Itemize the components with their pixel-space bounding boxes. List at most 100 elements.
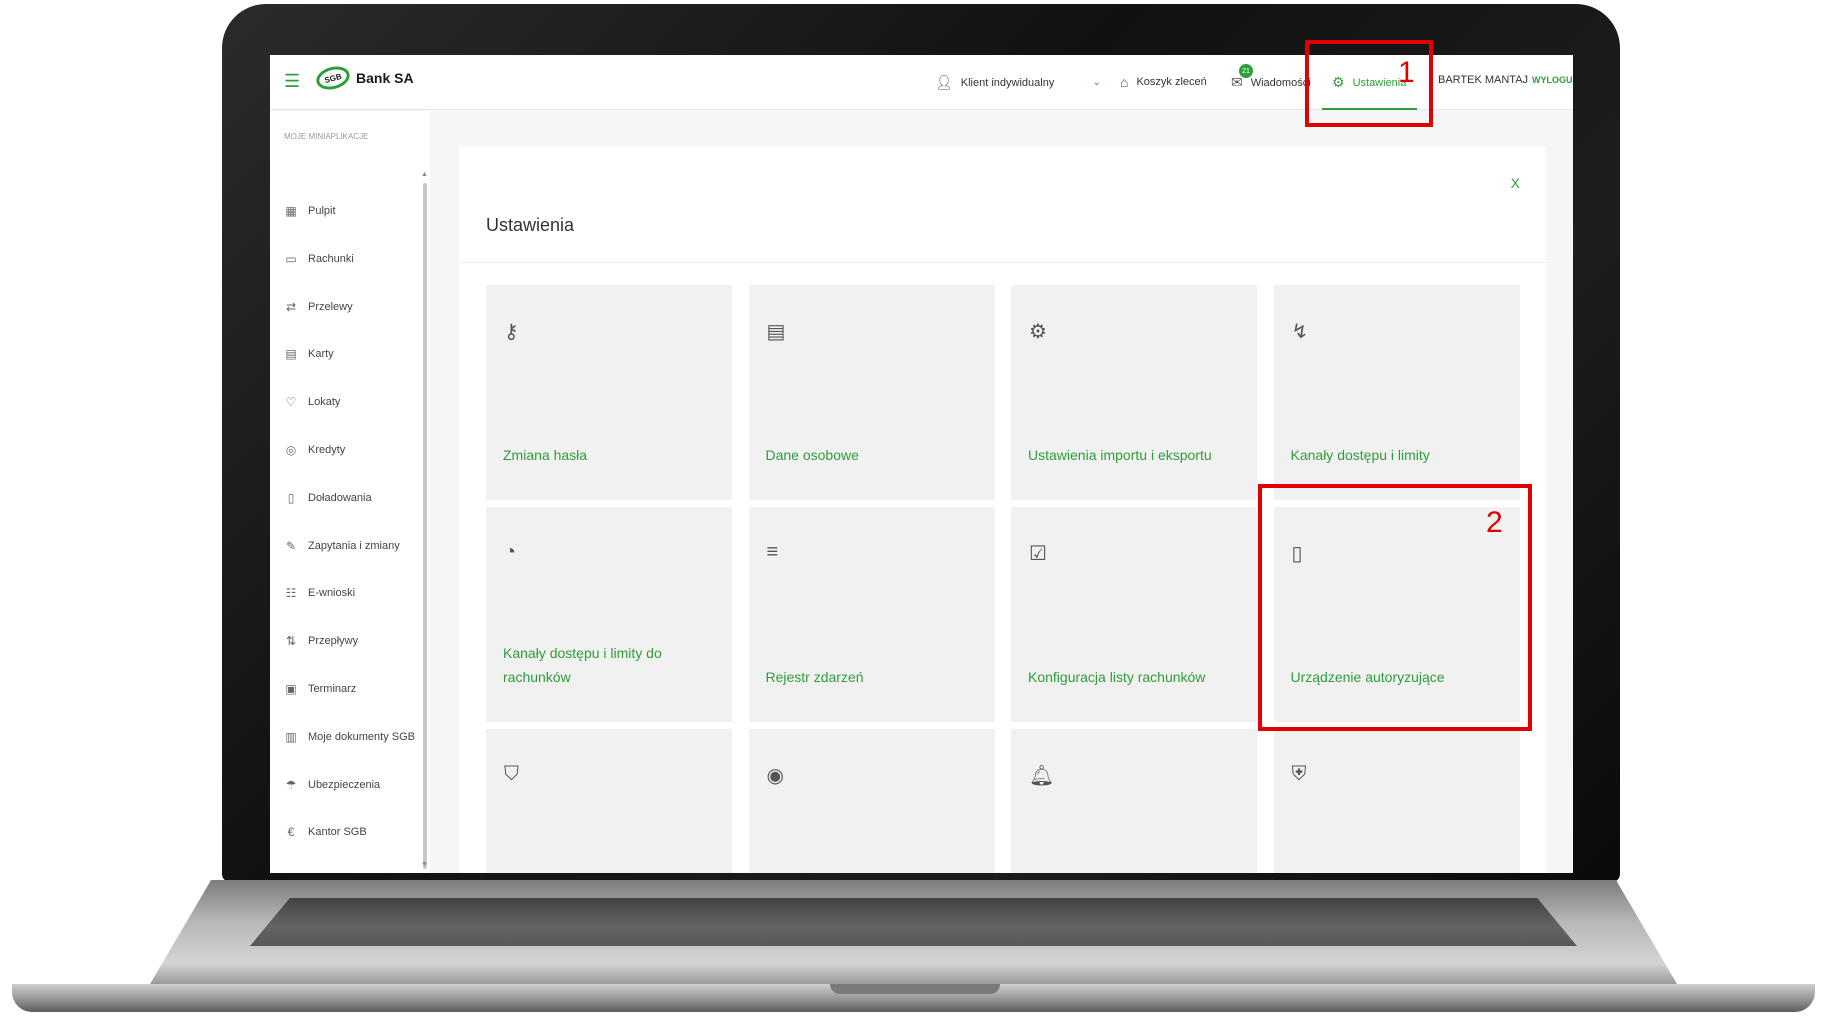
sidebar-item-label: Pulpit <box>308 205 336 217</box>
gauge-icon: ◔ <box>504 541 517 563</box>
sidebar-item[interactable]: ▣ Terminarz <box>284 679 356 699</box>
settings-tile[interactable]: ◔ Kanały dostępu i limity do rachunków <box>486 507 732 722</box>
settings-tile-label: Kanały dostępu i limity <box>1290 447 1430 464</box>
settings-tile[interactable]: ⚙ Ustawienia importu i eksportu <box>1011 285 1257 500</box>
calendar-icon: ▣ <box>285 682 297 696</box>
messages-label: Wiadomości <box>1250 76 1311 89</box>
sidebar-item[interactable]: ⇅ Przepływy <box>284 631 358 651</box>
sidebar-item-label: Kantor SGB <box>308 826 367 839</box>
user-name: BARTEK MANTAJ <box>1438 74 1528 86</box>
sidebar-item-label: Przepływy <box>308 635 359 648</box>
logout-label: WYLOGUJ <box>1532 75 1573 85</box>
sidebar-item[interactable]: ☂ Ubezpieczenia <box>284 775 381 795</box>
sidebar-item-label: Terminarz <box>308 683 357 695</box>
sidebar-item[interactable]: ▤e-Faktura (KSeF) <box>284 870 393 873</box>
settings-tile-label: Rejestr zdarzeń <box>765 669 864 686</box>
piggy-bank-icon: ♡ <box>285 395 297 410</box>
phone-icon: ▯ <box>287 490 295 505</box>
close-button[interactable]: X <box>1511 175 1520 191</box>
id-card-icon: ▤ <box>766 321 786 343</box>
umbrella-icon: ☂ <box>285 777 297 792</box>
sidebar-item-label: Kredyty <box>308 444 346 456</box>
sidebar-item-label: Moje dokumenty SGB <box>308 730 415 743</box>
list-icon: ≡ <box>766 541 779 563</box>
messages-link[interactable]: ✉ 21 Wiadomości <box>1231 64 1311 91</box>
shield-check-icon: ⛨ <box>1291 763 1307 785</box>
scroll-down-arrow-icon[interactable]: ▼ <box>421 861 428 868</box>
sidebar-item[interactable]: € Kantor SGB <box>284 822 367 842</box>
laptop-keyboard-edge <box>250 898 1577 946</box>
sidebar-item[interactable]: ▥ Moje dokumenty SGB <box>284 727 415 747</box>
sidebar-item[interactable]: ▤ Karty <box>284 344 334 364</box>
annotation-number-1: 1 <box>1398 56 1415 89</box>
sidebar-item-label: E-wnioski <box>308 587 356 600</box>
scroll-up-arrow-icon[interactable]: ▲ <box>421 171 428 178</box>
user-icon: 👤︎ <box>935 74 953 90</box>
sidebar-heading: MOJE MINIAPLIKACJE <box>284 132 369 141</box>
wallet-icon: ▭ <box>285 251 297 266</box>
settings-tile[interactable]: 🔔︎ <box>1011 729 1257 873</box>
page-title: Ustawienia <box>486 215 575 235</box>
route-icon: ↯ <box>1291 321 1309 343</box>
sidebar-scrollbar[interactable] <box>423 183 427 869</box>
settings-tile[interactable]: ⛉ <box>486 729 732 873</box>
settings-tile[interactable]: ⛨ <box>1273 729 1520 873</box>
settings-tile[interactable]: ▤ Dane osobowe <box>748 285 995 500</box>
sidebar-item-label: Zapytania i zmiany <box>308 539 400 552</box>
logout-link[interactable]: WYLOGUJ <box>1532 75 1573 85</box>
settings-tile-label: Ustawienia importu i eksportu <box>1028 447 1212 464</box>
bell-icon: 🔔︎ <box>1029 765 1055 787</box>
sidebar-item[interactable]: ▯ Doładowania <box>284 488 372 508</box>
settings-tile-label: Dane osobowe <box>765 447 859 464</box>
calendar-check-icon: ☑ <box>1029 543 1047 565</box>
laptop-base <box>0 880 1827 1020</box>
sidebar-item[interactable]: ⇄ Przelewy <box>284 297 353 317</box>
card-icon: ▤ <box>285 347 297 362</box>
bank-logo[interactable]: SGB Bank SA <box>313 62 414 94</box>
coins-icon: ◎ <box>285 443 297 457</box>
key-icon: ⚷ <box>504 321 519 343</box>
document-icon: ▥ <box>285 729 297 744</box>
form-icon: ☷ <box>285 586 297 601</box>
sidebar-item-label: Karty <box>308 348 334 361</box>
sidebar-item-label: Rachunki <box>308 252 354 265</box>
sidebar-item-label: Ubezpieczenia <box>308 778 381 791</box>
user-name-label: BARTEK MANTAJ <box>1438 74 1529 86</box>
sidebar-item[interactable]: ◎ Kredyty <box>284 440 346 460</box>
settings-tile[interactable]: ◉ <box>748 729 995 873</box>
settings-tile[interactable]: ☑ Konfiguracja listy rachunków <box>1011 507 1257 722</box>
client-switcher[interactable]: 👤︎ Klient indywidualny ⌄ <box>935 74 1101 91</box>
settings-tile[interactable]: ≡ Rejestr zdarzeń <box>748 507 995 722</box>
sidebar-item[interactable]: ▭ Rachunki <box>284 249 354 269</box>
sidebar-item-label: Doładowania <box>308 491 372 504</box>
shield-key-icon: ⛉ <box>504 763 519 785</box>
messages-badge: 21 <box>1239 64 1253 78</box>
cart-link[interactable]: ⌂ Koszyk zleceń <box>1120 74 1207 90</box>
client-type-label: Klient indywidualny <box>960 76 1055 89</box>
basket-icon: ⌂ <box>1120 74 1129 90</box>
cart-label: Koszyk zleceń <box>1136 76 1207 88</box>
sidebar-item[interactable]: ♡ Lokaty <box>284 392 341 412</box>
settings-tile-label: Zmiana hasła <box>503 447 588 464</box>
logo-text: Bank SA <box>356 70 414 86</box>
settings-tile-label: Kanały dostępu i limity do rachunków <box>503 645 662 686</box>
envelope-icon: ✉ 21 <box>1231 64 1253 91</box>
sidebar-item[interactable]: ✎ Zapytania i zmiany <box>284 536 400 556</box>
settings-tile[interactable]: ⚷ Zmiana hasła <box>486 285 732 500</box>
sidebar-item[interactable]: ▦ Pulpit <box>284 201 336 221</box>
fingerprint-icon: ◉ <box>766 765 784 787</box>
annotation-number-2: 2 <box>1486 506 1503 539</box>
exchange-icon: € <box>287 825 295 840</box>
transfer-icon: ⇄ <box>285 299 297 314</box>
chevron-down-icon: ⌄ <box>1092 77 1101 88</box>
sidebar-item-label: Przelewy <box>308 300 353 313</box>
settings-tile[interactable]: ↯ Kanały dostępu i limity <box>1273 285 1520 500</box>
sidebar: MOJE MINIAPLIKACJE ▦ Pulpit ▭ Rachunki ⇄ Prze… <box>270 111 430 873</box>
menu-icon[interactable]: ☰ <box>284 71 300 92</box>
dashboard-icon: ▦ <box>285 204 297 218</box>
app-screen: ☰ SGB Bank SA 👤︎ Klient indywidualny ⌄ ⌂… <box>270 55 1573 873</box>
sidebar-item[interactable]: ☷ E-wnioski <box>284 583 355 603</box>
logo-mark: SGB <box>313 62 353 94</box>
cashflow-icon: ⇅ <box>285 634 297 649</box>
laptop-notch <box>830 984 1000 994</box>
